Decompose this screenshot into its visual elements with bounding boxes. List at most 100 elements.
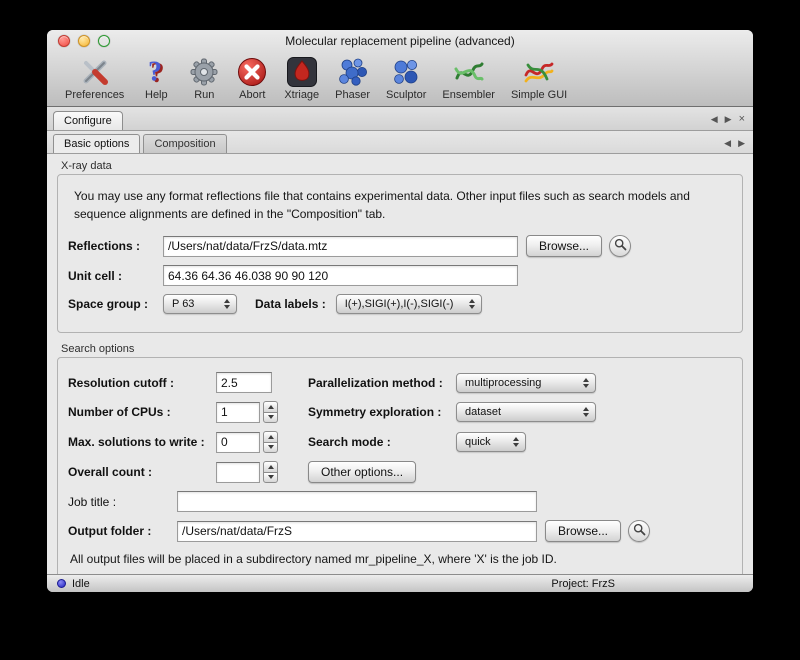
tab-configure[interactable]: Configure — [53, 111, 123, 130]
num-cpus-input[interactable] — [216, 402, 260, 423]
num-cpus-label: Number of CPUs : — [68, 405, 216, 419]
stepper-down-icon[interactable] — [263, 442, 278, 454]
ensembler-ribbon-icon — [453, 56, 485, 88]
magnifier-icon — [633, 523, 646, 539]
overall-count-input[interactable] — [216, 462, 260, 483]
symmetry-select[interactable]: dataset — [456, 402, 596, 422]
job-title-label: Job title : — [68, 495, 177, 509]
output-folder-row: Output folder : Browse... — [68, 520, 732, 542]
toolbar-abort-button[interactable]: Abort — [232, 55, 272, 102]
data-labels-value: I(+),SIGI(+),I(-),SIGI(-) — [345, 298, 466, 310]
subtab-nav-next-icon[interactable]: ▶ — [738, 139, 745, 148]
output-folder-label: Output folder : — [68, 524, 177, 538]
tab-close-icon[interactable]: × — [739, 114, 745, 125]
parallelization-label: Parallelization method : — [308, 376, 456, 390]
stepper-down-icon[interactable] — [263, 412, 278, 424]
app-window: Molecular replacement pipeline (advanced… — [47, 30, 753, 592]
abort-x-icon — [236, 56, 268, 88]
toolbar-simple-gui-button[interactable]: Simple GUI — [507, 55, 571, 102]
phaser-molecule-icon — [337, 56, 369, 88]
popup-arrows-icon — [510, 437, 522, 447]
titlebar[interactable]: Molecular replacement pipeline (advanced… — [47, 30, 753, 52]
main-tab-bar: Configure ◀ ▶ × — [47, 107, 753, 131]
toolbar-label: Xtriage — [284, 89, 319, 101]
stepper-up-icon[interactable] — [263, 431, 278, 442]
simple-gui-ribbons-icon — [523, 56, 555, 88]
tab-basic-options[interactable]: Basic options — [53, 134, 140, 153]
output-folder-browse-button[interactable]: Browse... — [545, 520, 621, 542]
toolbar-ensembler-button[interactable]: Ensembler — [438, 55, 499, 102]
output-folder-input[interactable] — [177, 521, 537, 542]
status-text: Idle — [72, 578, 90, 590]
toolbar-label: Preferences — [65, 89, 124, 101]
toolbar-label: Run — [194, 89, 214, 101]
toolbar-phaser-button[interactable]: Phaser — [331, 55, 374, 102]
stepper-up-icon[interactable] — [263, 401, 278, 412]
unit-cell-input[interactable] — [163, 265, 518, 286]
max-solutions-input[interactable] — [216, 432, 260, 453]
tab-composition[interactable]: Composition — [143, 134, 226, 153]
xray-data-section: X-ray data You may use any format reflec… — [57, 160, 743, 333]
reflections-label: Reflections : — [68, 239, 163, 253]
search-options-section: Search options Resolution cutoff : Paral… — [57, 343, 743, 579]
status-bar: Idle Project: FrzS — [47, 574, 753, 592]
subtab-nav-prev-icon[interactable]: ◀ — [724, 139, 731, 148]
tab-configure-label: Configure — [64, 115, 112, 127]
parallelization-select[interactable]: multiprocessing — [456, 373, 596, 393]
toolbar-run-button[interactable]: Run — [184, 55, 224, 102]
popup-arrows-icon — [580, 378, 592, 388]
run-gear-icon — [188, 56, 220, 88]
output-folder-inspect-button[interactable] — [628, 520, 650, 542]
reflections-browse-button[interactable]: Browse... — [526, 235, 602, 257]
search-mode-select[interactable]: quick — [456, 432, 526, 452]
cpus-row: Number of CPUs : Symmetry exploration : … — [68, 401, 732, 423]
xray-description: You may use any format reflections file … — [74, 187, 722, 223]
sub-tab-nav: ◀ ▶ — [724, 139, 745, 153]
resolution-cutoff-label: Resolution cutoff : — [68, 376, 216, 390]
toolbar-help-button[interactable]: ? ? Help — [136, 55, 176, 102]
toolbar-sculptor-button[interactable]: Sculptor — [382, 55, 430, 102]
reflections-row: Reflections : Browse... — [68, 235, 732, 257]
overall-count-stepper — [263, 461, 278, 483]
num-cpus-stepper — [263, 401, 278, 423]
reflections-inspect-button[interactable] — [609, 235, 631, 257]
main-tab-nav: ◀ ▶ × — [711, 114, 745, 130]
search-mode-value: quick — [465, 436, 510, 448]
svg-text:?: ? — [148, 57, 162, 88]
search-mode-label: Search mode : — [308, 435, 456, 449]
job-title-row: Job title : — [68, 491, 732, 512]
xray-section-box: You may use any format reflections file … — [57, 174, 743, 333]
tab-nav-prev-icon[interactable]: ◀ — [711, 115, 718, 124]
tab-nav-next-icon[interactable]: ▶ — [725, 115, 732, 124]
symmetry-value: dataset — [465, 406, 580, 418]
resolution-cutoff-input[interactable] — [216, 372, 272, 393]
preferences-tools-icon — [79, 56, 111, 88]
stepper-down-icon[interactable] — [263, 472, 278, 484]
reflections-input[interactable] — [163, 236, 518, 257]
output-note: All output files will be placed in a sub… — [70, 552, 730, 566]
toolbar-label: Ensembler — [442, 89, 495, 101]
toolbar-label: Simple GUI — [511, 89, 567, 101]
toolbar-xtriage-button[interactable]: Xtriage — [280, 55, 323, 102]
resolution-row: Resolution cutoff : Parallelization meth… — [68, 372, 732, 393]
overall-count-row: Overall count : Other options... — [68, 461, 732, 483]
max-solutions-stepper — [263, 431, 278, 453]
sub-tab-bar: Basic options Composition ◀ ▶ — [47, 131, 753, 154]
tab-basic-options-label: Basic options — [64, 138, 129, 150]
toolbar-label: Abort — [239, 89, 265, 101]
stepper-up-icon[interactable] — [263, 461, 278, 472]
toolbar-label: Help — [145, 89, 168, 101]
magnifier-icon — [614, 238, 627, 254]
space-group-select[interactable]: P 63 — [163, 294, 237, 314]
data-labels-label: Data labels : — [255, 297, 326, 311]
sculptor-molecule-icon — [390, 56, 422, 88]
data-labels-select[interactable]: I(+),SIGI(+),I(-),SIGI(-) — [336, 294, 482, 314]
space-group-label: Space group : — [68, 297, 163, 311]
help-question-icon: ? ? — [140, 56, 172, 88]
job-title-input[interactable] — [177, 491, 537, 512]
toolbar-preferences-button[interactable]: Preferences — [61, 55, 128, 102]
unit-cell-row: Unit cell : — [68, 265, 732, 286]
other-options-button[interactable]: Other options... — [308, 461, 416, 483]
space-group-row: Space group : P 63 Data labels : I(+),SI… — [68, 294, 732, 314]
symmetry-label: Symmetry exploration : — [308, 405, 456, 419]
